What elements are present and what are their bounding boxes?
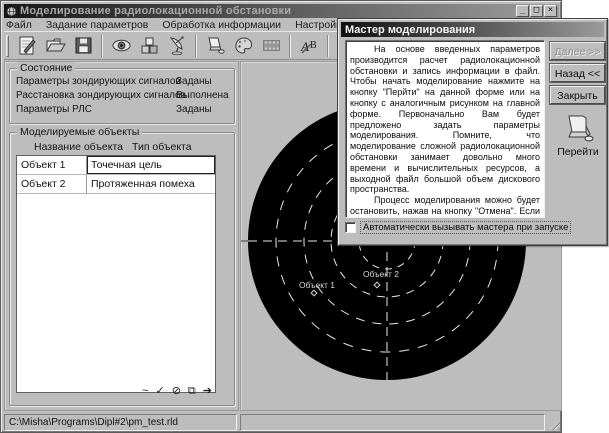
radar-object2-label: Объект 2 bbox=[363, 269, 399, 279]
radar-object1-label: Объект 1 bbox=[299, 280, 335, 290]
svg-text:B: B bbox=[310, 40, 317, 51]
toolbar-separator bbox=[289, 35, 291, 57]
new-document-icon bbox=[17, 35, 38, 56]
menu-item-parameters[interactable]: Задание параметров bbox=[46, 19, 149, 31]
desktop: Моделирование радиолокационной обстановк… bbox=[0, 0, 609, 433]
run-modeling-button[interactable] bbox=[202, 33, 228, 58]
wizard-go-button[interactable] bbox=[559, 114, 597, 144]
objects-table: Объект 1 Точечная цель Объект 2 Протяжен… bbox=[16, 155, 216, 393]
media-film-icon bbox=[261, 35, 282, 56]
copy-page-icon[interactable]: ⧉ bbox=[188, 385, 196, 397]
state-value: Заданы bbox=[176, 76, 212, 87]
wizard-paragraph-1: На основе введенных параметров производи… bbox=[350, 44, 540, 195]
state-label: Параметры РЛС bbox=[16, 104, 92, 115]
state-label: Параметры зондирующих сигналов bbox=[16, 76, 181, 87]
wizard-paragraph-2: Процесс моделирования можно будет остано… bbox=[350, 195, 540, 218]
autostart-row: Автоматически вызывать мастера при запус… bbox=[345, 222, 570, 233]
toolbar-separator bbox=[101, 35, 103, 57]
resize-grip[interactable] bbox=[548, 414, 560, 431]
toolbar-grip[interactable] bbox=[6, 35, 9, 57]
radar-params-button[interactable] bbox=[164, 33, 190, 58]
state-value: Выполнена bbox=[176, 90, 229, 101]
toolbar-separator bbox=[195, 35, 197, 57]
state-row: Параметры РЛС Заданы bbox=[16, 104, 230, 117]
menu-item-processing[interactable]: Обработка информации bbox=[162, 19, 281, 31]
palette-button[interactable] bbox=[230, 33, 256, 58]
menu-item-file[interactable]: Файл bbox=[6, 19, 32, 31]
state-group-title: Состояние bbox=[17, 62, 75, 74]
column-header-type: Тип объекта bbox=[132, 141, 192, 153]
toolbar-separator bbox=[327, 35, 329, 57]
eye-view-icon bbox=[111, 35, 132, 56]
record-navigator: ~ ✓ ⊘ ⧉ ➔ bbox=[142, 385, 212, 397]
wizard-text: На основе введенных параметров производи… bbox=[345, 40, 545, 218]
autostart-checkbox-label[interactable]: Автоматически вызывать мастера при запус… bbox=[361, 222, 570, 233]
wizard-title: Мастер моделирования bbox=[345, 24, 475, 36]
state-row: Параметры зондирующих сигналов Заданы bbox=[16, 76, 230, 89]
state-value: Заданы bbox=[176, 104, 212, 115]
objects-button[interactable] bbox=[136, 33, 162, 58]
autostart-checkbox[interactable] bbox=[345, 222, 356, 233]
go-computer-icon bbox=[559, 114, 597, 144]
minimize-button[interactable]: _ bbox=[516, 5, 529, 17]
object-name-cell[interactable]: Объект 1 bbox=[17, 156, 87, 174]
close-button[interactable]: × bbox=[544, 5, 557, 17]
new-document-button[interactable] bbox=[14, 33, 40, 58]
object-type-cell[interactable]: Протяженная помеха bbox=[87, 175, 215, 193]
font-ab-icon: A B bbox=[299, 35, 320, 56]
wizard-go-label: Перейти bbox=[548, 146, 608, 158]
column-header-name: Название объекта bbox=[34, 141, 123, 153]
run-modeling-computer-icon bbox=[205, 35, 226, 56]
table-row[interactable]: Объект 2 Протяженная помеха bbox=[17, 175, 215, 194]
title-bar: Моделирование радиолокационной обстановк… bbox=[4, 4, 559, 18]
state-row: Расстановка зондирующих сигналов Выполне… bbox=[16, 90, 230, 103]
objects-group-title: Моделируемые объекты bbox=[17, 126, 142, 138]
save-file-button[interactable] bbox=[70, 33, 96, 58]
wizard-back-button[interactable]: Назад << bbox=[550, 64, 605, 82]
state-group: Состояние Параметры зондирующих сигналов… bbox=[9, 68, 235, 124]
open-file-button[interactable] bbox=[42, 33, 68, 58]
globe-app-icon bbox=[6, 6, 17, 17]
maximize-button[interactable]: □ bbox=[530, 5, 543, 17]
view-signals-button[interactable] bbox=[108, 33, 134, 58]
table-row[interactable]: Объект 1 Точечная цель bbox=[17, 156, 215, 175]
wizard-close-button[interactable]: Закрыть bbox=[550, 86, 605, 104]
objects-cubes-icon bbox=[139, 35, 160, 56]
open-folder-icon bbox=[45, 35, 66, 56]
save-floppy-icon bbox=[73, 35, 94, 56]
confirm-check-icon[interactable]: ✓ bbox=[155, 385, 164, 397]
left-panel: Состояние Параметры зондирующих сигналов… bbox=[4, 61, 239, 411]
palette-icon bbox=[233, 35, 254, 56]
media-button[interactable] bbox=[258, 33, 284, 58]
state-label: Расстановка зондирующих сигналов bbox=[16, 90, 186, 101]
wizard-title-bar: Мастер моделирования bbox=[341, 22, 604, 37]
wizard-dialog: Мастер моделирования На основе введенных… bbox=[337, 18, 608, 246]
status-file-path: C:\Misha\Programs\Dipl#2\pm_test.rld bbox=[4, 414, 237, 431]
objects-group: Моделируемые объекты Название объекта Ти… bbox=[9, 132, 235, 406]
font-settings-button[interactable]: A B bbox=[296, 33, 322, 58]
cancel-icon[interactable]: ⊘ bbox=[172, 385, 181, 397]
status-panel-secondary bbox=[240, 414, 545, 431]
wizard-next-button[interactable]: Далее >> bbox=[550, 42, 605, 60]
status-bar: C:\Misha\Programs\Dipl#2\pm_test.rld bbox=[4, 414, 560, 431]
next-arrow-icon[interactable]: ➔ bbox=[203, 385, 212, 397]
object-name-cell[interactable]: Объект 2 bbox=[17, 175, 87, 193]
radar-antenna-icon bbox=[167, 35, 188, 56]
edit-icon[interactable]: ~ bbox=[142, 385, 148, 397]
object-type-cell[interactable]: Точечная цель bbox=[87, 156, 215, 174]
window-title: Моделирование радиолокационной обстановк… bbox=[20, 5, 291, 17]
